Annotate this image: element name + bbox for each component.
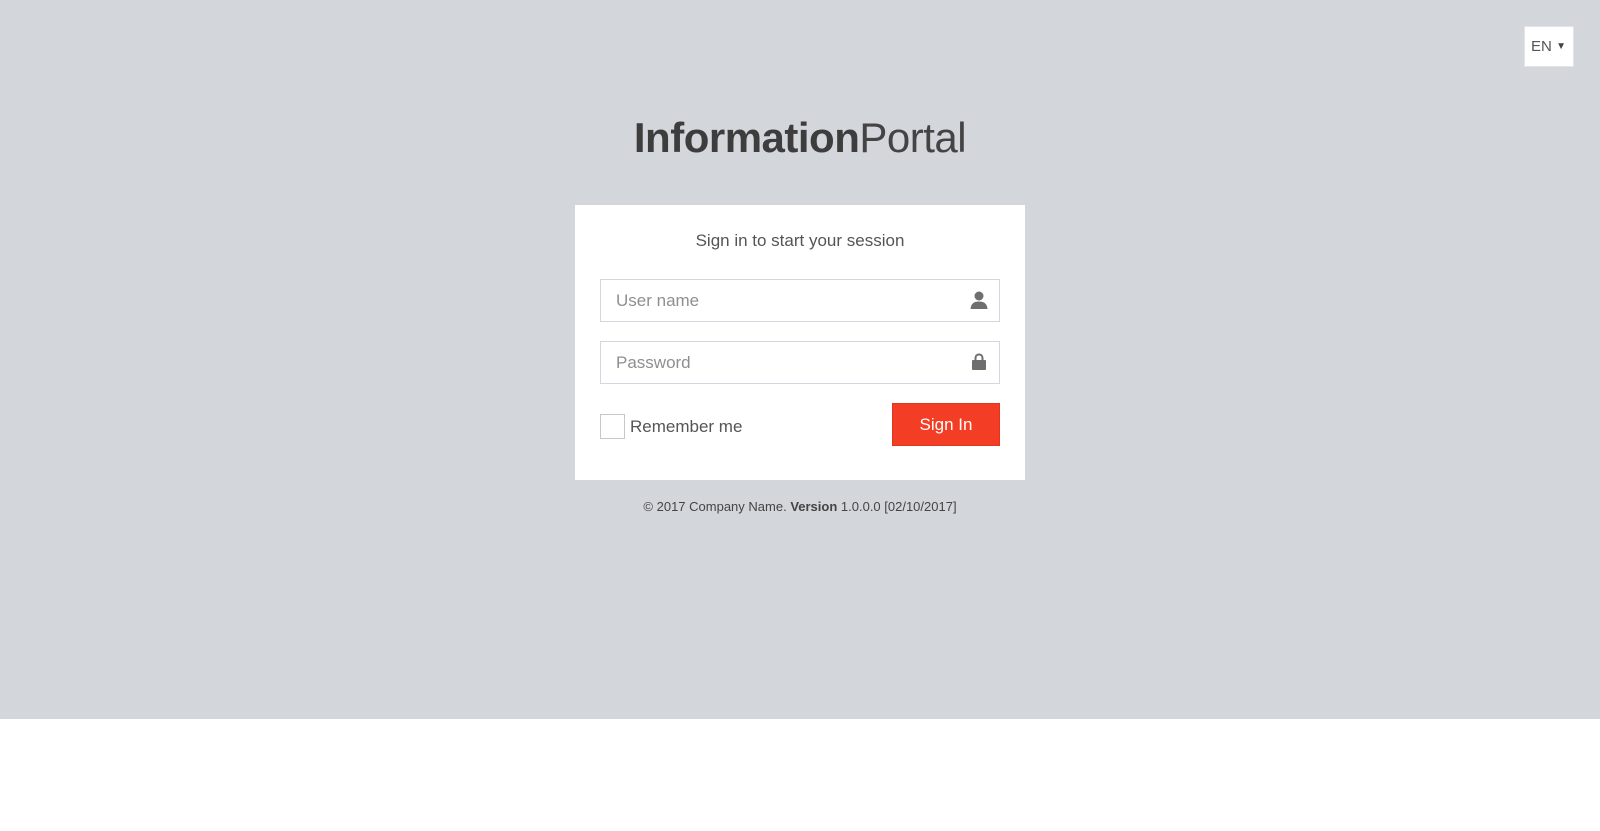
footer: © 2017 Company Name. Version 1.0.0.0 [02… (0, 499, 1600, 514)
sign-in-button[interactable]: Sign In (892, 403, 1000, 446)
password-input[interactable] (601, 342, 956, 383)
logo-light-text: Portal (859, 114, 967, 161)
user-icon (969, 290, 989, 310)
app-logo: InformationPortal (0, 114, 1600, 162)
username-input[interactable] (601, 280, 956, 321)
language-selected-value: EN (1531, 38, 1552, 55)
lock-icon (969, 352, 989, 372)
login-box: Sign in to start your session Remember m… (575, 205, 1025, 480)
footer-version-label: Version (790, 499, 838, 514)
language-select[interactable]: EN ▼ (1524, 26, 1574, 67)
remember-me-checkbox[interactable] (600, 414, 625, 439)
remember-me: Remember me (600, 414, 742, 439)
remember-me-label: Remember me (630, 416, 743, 436)
login-box-message: Sign in to start your session (695, 231, 905, 250)
username-field (600, 279, 1000, 322)
logo-bold-text: Information (633, 114, 860, 161)
footer-copyright: © 2017 Company Name. (643, 499, 787, 514)
password-field (600, 341, 1000, 384)
footer-version-value: 1.0.0.0 [02/10/2017] (840, 499, 957, 514)
caret-down-icon: ▼ (1556, 41, 1566, 52)
